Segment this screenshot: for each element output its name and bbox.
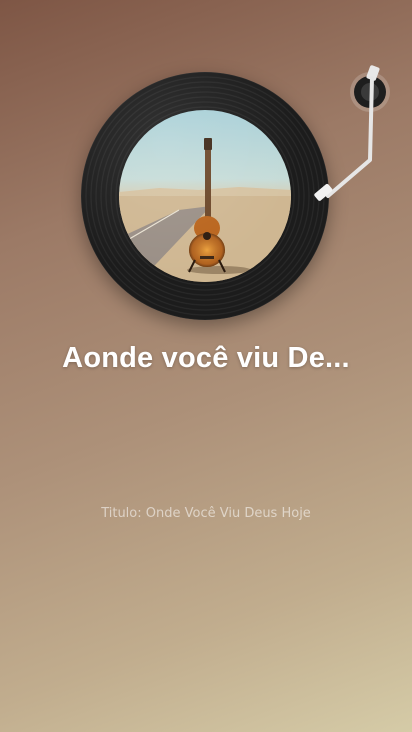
vinyl-record[interactable] <box>81 72 329 320</box>
guitar-icon <box>119 138 291 282</box>
album-art <box>119 110 291 282</box>
tonearm-icon[interactable] <box>300 60 400 210</box>
song-subtitle: Titulo: Onde Você Viu Deus Hoje <box>101 506 311 521</box>
song-title: Aonde você viu De... <box>62 342 350 374</box>
